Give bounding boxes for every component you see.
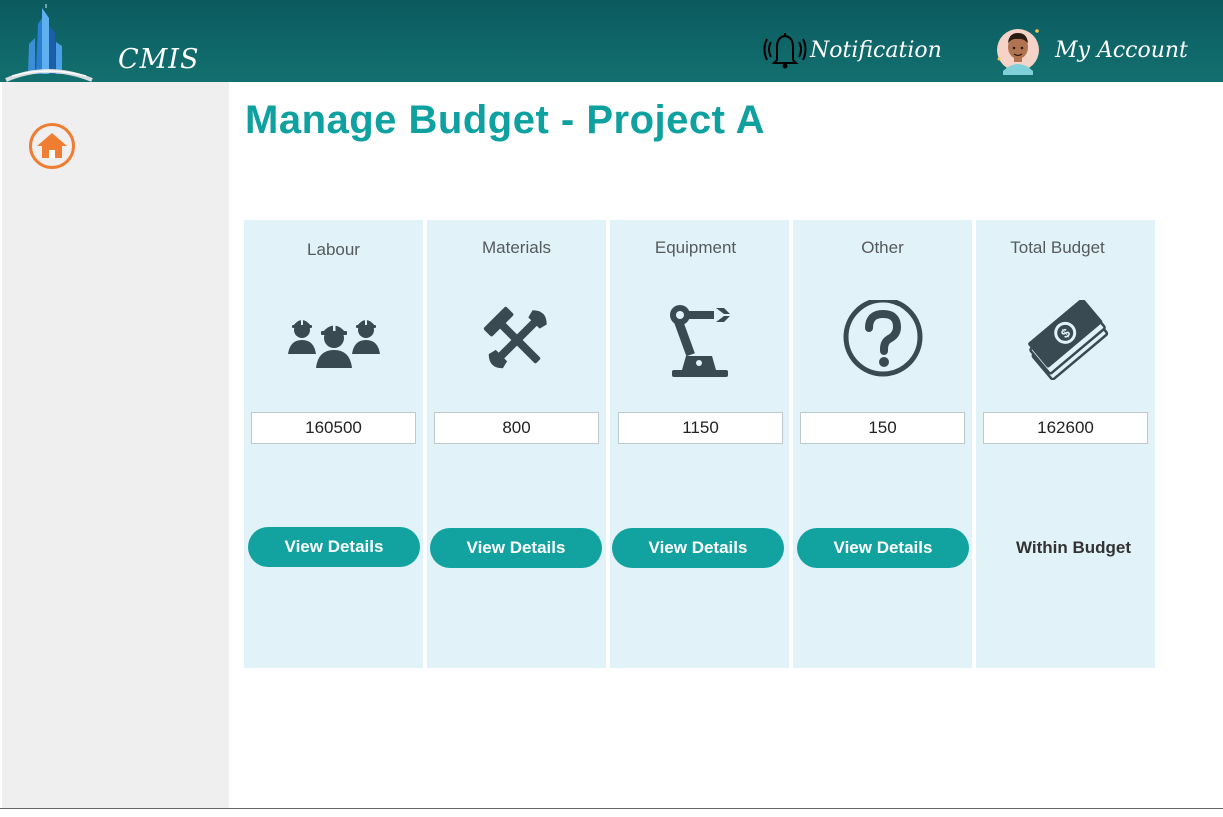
page: CMIS Notification My Account Manage Budg… [0,0,1223,817]
home-icon[interactable] [28,122,76,170]
robot-arm-icon [669,305,730,377]
question-icon [843,300,922,377]
page-title: Manage Budget - Project A [245,98,765,142]
other-budget-input[interactable] [800,412,965,444]
budget-status: Within Budget [1015,538,1132,557]
notification-button[interactable]: Notification [762,30,942,70]
labour-budget-input[interactable] [251,412,416,444]
card-label: Other [861,238,904,257]
card-label: Materials [482,238,551,257]
card-label: Labour [307,240,360,259]
budget-card-materials: Materials View Details [427,220,606,668]
total-budget-input[interactable] [983,412,1148,444]
materials-view-details-button[interactable]: View Details [430,528,602,568]
budget-card-other: Other View Details [793,220,972,668]
budget-card-equipment: Equipment View Details [610,220,789,668]
avatar [997,29,1039,75]
city-logo-icon [5,4,93,82]
equipment-budget-input[interactable] [618,412,783,444]
notification-label: Notification [810,37,942,63]
tools-icon [483,306,547,369]
sidebar [2,82,229,809]
budget-card-labour: Labour View Detail [244,220,423,668]
equipment-view-details-button[interactable]: View Details [612,528,784,568]
budget-card-total: Total Budget $ Within Budget [976,220,1155,668]
labour-view-details-button[interactable]: View Details [248,527,420,567]
my-account-button[interactable]: My Account [995,24,1188,76]
my-account-label: My Account [1055,37,1188,63]
workers-icon [287,318,380,368]
money-icon: $ [1027,300,1108,380]
card-label: Total Budget [1010,238,1105,257]
other-view-details-button[interactable]: View Details [797,528,969,568]
card-label: Equipment [654,238,737,257]
materials-budget-input[interactable] [434,412,599,444]
bell-ringing-icon [763,33,807,69]
bottom-divider [0,808,1223,809]
app-name: CMIS [118,44,200,75]
top-header: CMIS Notification My Account [0,0,1223,82]
